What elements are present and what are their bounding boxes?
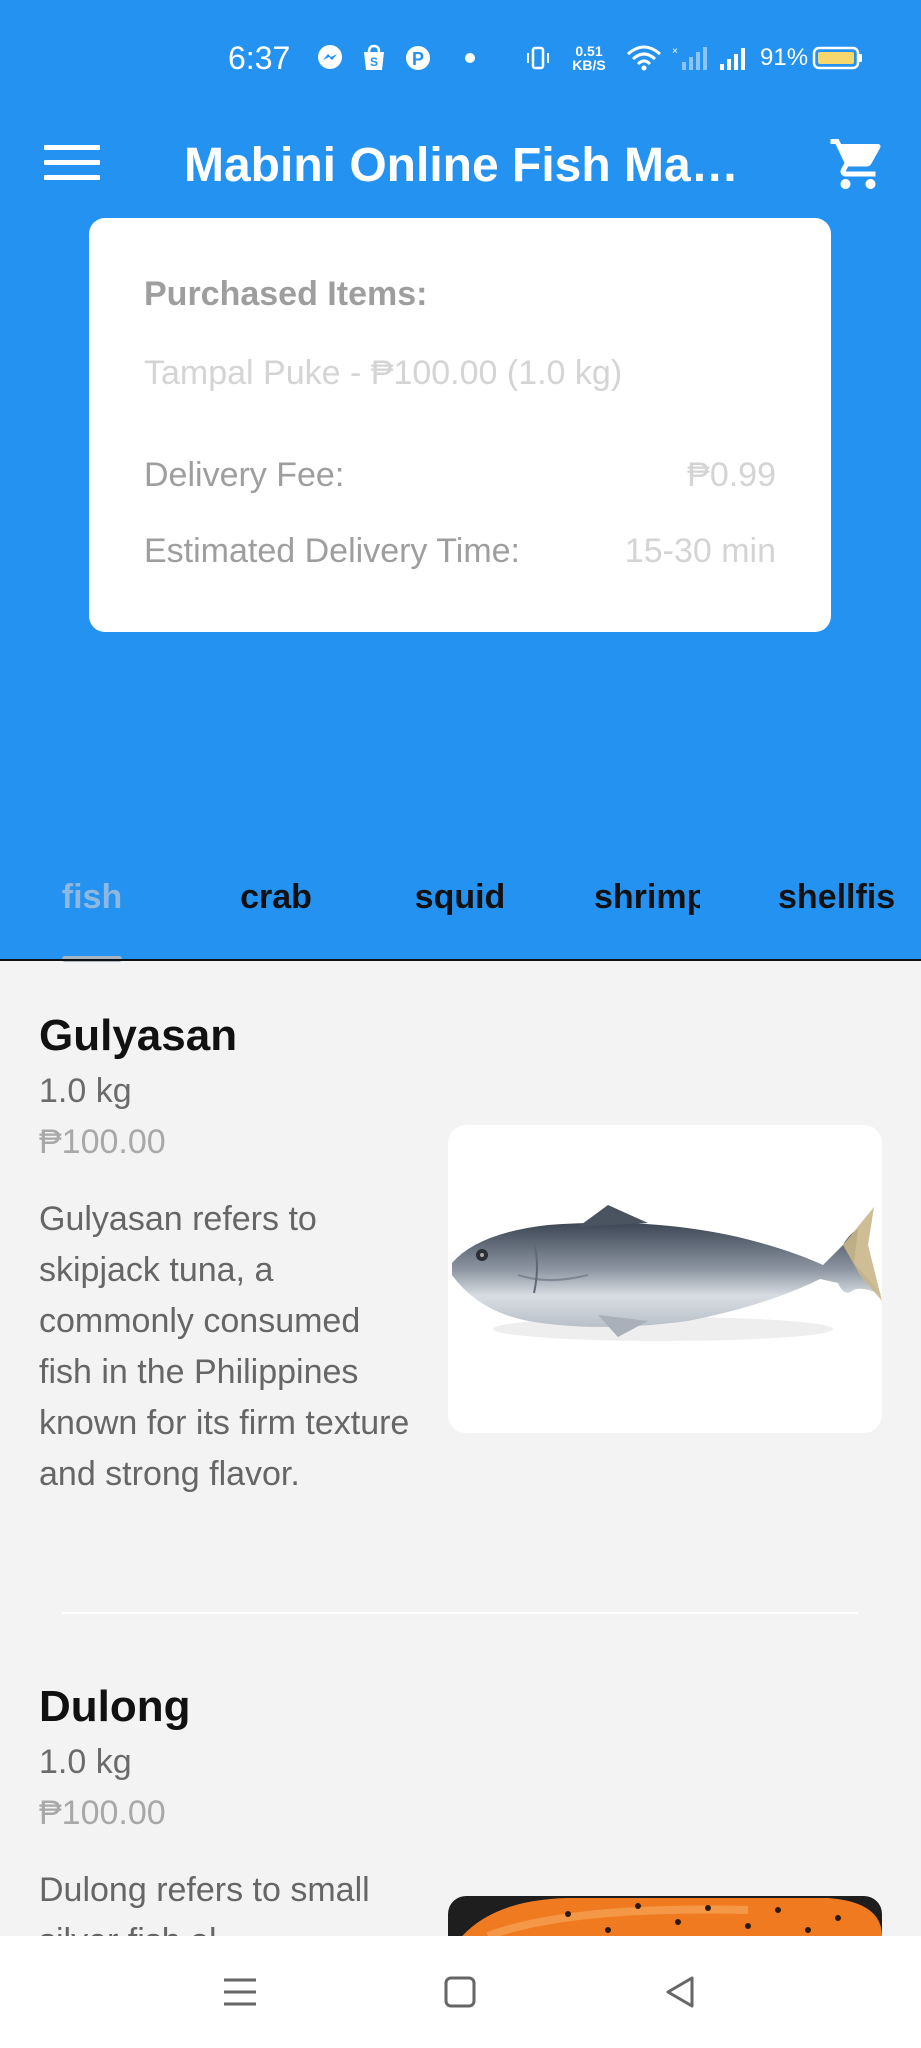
tab-shellfish[interactable]: shellfish <box>746 878 896 917</box>
battery-icon <box>812 46 862 70</box>
product-name: Gulyasan <box>39 1011 238 1060</box>
delivery-time-label: Estimated Delivery Time: <box>144 532 520 570</box>
tab-squid[interactable]: squid <box>368 878 552 917</box>
product-price: ₱100.00 <box>39 1794 166 1832</box>
tab-shrimp[interactable]: shrimp <box>562 878 700 917</box>
vibrate-icon <box>527 46 549 70</box>
delivery-fee-value: ₱0.99 <box>687 456 776 494</box>
shopee-icon: S <box>364 44 384 70</box>
no-signal-icon: × <box>672 46 707 70</box>
dot-icon <box>465 53 475 63</box>
product-list: Gulyasan 1.0 kg ₱100.00 Gulyasan refers … <box>0 961 921 1936</box>
system-nav-bar <box>0 1936 921 2048</box>
product-description: Gulyasan refers to skipjack tuna, a comm… <box>39 1200 410 1493</box>
net-speed: 0.51 KB/S <box>566 44 612 72</box>
delivery-time-value: 15-30 min <box>624 532 776 570</box>
net-speed-unit: KB/S <box>572 57 606 73</box>
purchase-summary-card: Purchased Items: Tampal Puke - ₱100.00 (… <box>89 218 831 632</box>
svg-text:S: S <box>370 55 378 69</box>
skipjack-tuna-image <box>452 1205 882 1341</box>
recents-icon[interactable] <box>220 1972 260 2012</box>
back-icon[interactable] <box>660 1972 700 2012</box>
battery-percent: 91% <box>760 44 809 71</box>
hamburger-menu-icon[interactable] <box>44 145 100 185</box>
wifi-icon <box>627 45 661 71</box>
status-time: 6:37 <box>228 40 291 76</box>
net-speed-value: 0.51 <box>575 43 603 59</box>
delivery-fee-label: Delivery Fee: <box>144 456 345 494</box>
product-divider <box>62 1612 858 1614</box>
purchased-item-line: Tampal Puke - ₱100.00 (1.0 kg) <box>144 354 623 392</box>
product-image[interactable] <box>448 1125 882 1433</box>
dulong-in-orange-basin-image <box>448 1896 882 1936</box>
product-image[interactable] <box>448 1896 882 1936</box>
product-name: Dulong <box>39 1682 191 1731</box>
shopping-cart-icon[interactable] <box>828 134 888 194</box>
status-bar: 6:37 S P 0.51 KB/S × 91% <box>0 0 921 110</box>
product-weight: 1.0 kg <box>39 1743 132 1781</box>
category-tabs: fish crab squid shrimp shellfish <box>0 870 921 962</box>
app-title: Mabini Online Fish Mar… <box>184 139 754 192</box>
signal-icon <box>720 48 745 70</box>
svg-text:P: P <box>412 49 424 69</box>
product-description: Dulong refers to small silver fish ol <box>39 1871 370 1936</box>
tab-crab[interactable]: crab <box>184 878 368 917</box>
product-weight: 1.0 kg <box>39 1072 132 1110</box>
tab-fish[interactable]: fish <box>0 878 184 917</box>
purchased-items-heading: Purchased Items: <box>144 275 428 313</box>
pinterest-icon: P <box>406 46 430 70</box>
product-price: ₱100.00 <box>39 1123 166 1161</box>
svg-text:×: × <box>672 46 678 57</box>
home-icon[interactable] <box>440 1972 480 2012</box>
messenger-icon <box>318 45 342 69</box>
